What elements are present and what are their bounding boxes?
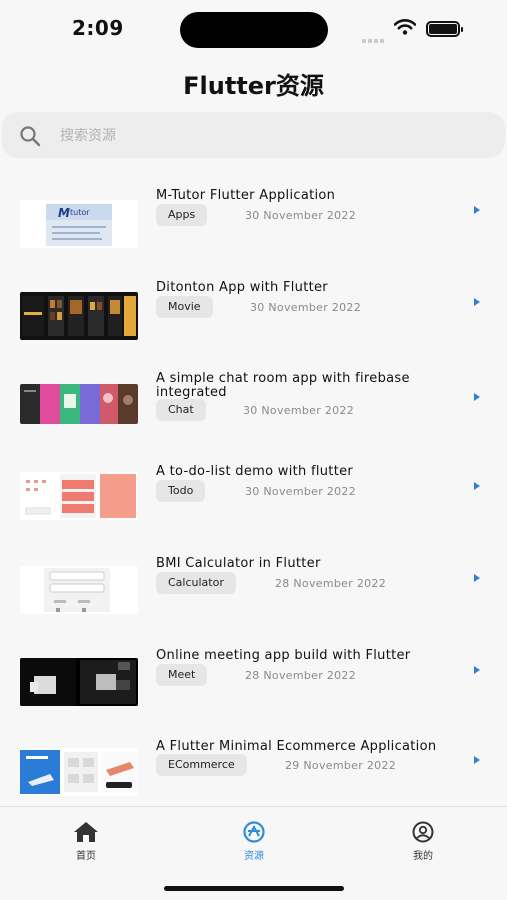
tab-profile-label: 我的 (413, 851, 433, 862)
list-item[interactable]: A to-do-list demo with flutter Todo 30 N… (0, 446, 507, 538)
list-item[interactable]: Online meeting app build with Flutter Me… (0, 630, 507, 722)
thumbnail-image (20, 472, 138, 520)
item-date: 28 November 2022 (245, 669, 357, 682)
item-date: 30 November 2022 (250, 301, 362, 314)
play-arrow-icon[interactable] (474, 756, 480, 764)
item-tag: Todo (156, 480, 206, 502)
item-title: BMI Calculator in Flutter (156, 556, 321, 571)
item-title: M-Tutor Flutter Application (156, 188, 336, 203)
item-date: 30 November 2022 (245, 485, 357, 498)
play-arrow-icon[interactable] (474, 393, 480, 401)
status-time: 2:09 (72, 16, 124, 40)
thumbnail-image (20, 748, 138, 796)
list-item[interactable]: Ditonton App with Flutter Movie 30 Novem… (0, 262, 507, 354)
item-title: Online meeting app build with Flutter (156, 648, 411, 663)
item-tag: ECommerce (156, 754, 247, 776)
item-date: 28 November 2022 (275, 577, 387, 590)
item-title: A to-do-list demo with flutter (156, 464, 354, 479)
home-indicator[interactable] (164, 886, 344, 891)
thumbnail-image (20, 292, 138, 340)
play-arrow-icon[interactable] (474, 482, 480, 490)
play-arrow-icon[interactable] (474, 206, 480, 214)
profile-icon (412, 821, 434, 843)
item-date: 30 November 2022 (245, 209, 357, 222)
item-tag: Calculator (156, 572, 236, 594)
status-bar: 2:09 (0, 0, 507, 60)
search-bar[interactable]: 搜索资源 (2, 112, 505, 158)
svg-text:M: M (58, 206, 70, 220)
item-title: A simple chat room app with firebase int… (156, 371, 410, 400)
tab-home-label: 首页 (76, 851, 96, 862)
play-arrow-icon[interactable] (474, 666, 480, 674)
thumbnail-image (20, 566, 138, 614)
thumbnail-image: M tutor (20, 200, 138, 248)
tab-profile[interactable]: 我的 (393, 821, 453, 862)
play-arrow-icon[interactable] (474, 298, 480, 306)
search-input[interactable]: 搜索资源 (60, 125, 116, 145)
wifi-icon (394, 19, 416, 35)
item-date: 30 November 2022 (243, 404, 355, 417)
home-icon (74, 822, 98, 842)
item-tag: Chat (156, 399, 206, 421)
item-title: A Flutter Minimal Ecommerce Application (156, 739, 437, 754)
dynamic-island (180, 12, 328, 48)
play-arrow-icon[interactable] (474, 574, 480, 582)
search-icon (20, 126, 41, 147)
tab-resources-label: 资源 (244, 851, 264, 862)
page-title: Flutter资源 (183, 72, 324, 100)
item-date: 29 November 2022 (285, 759, 397, 772)
cellular-signal-icon (362, 28, 386, 43)
thumbnail-image (20, 658, 138, 706)
tab-home[interactable]: 首页 (56, 821, 116, 862)
svg-text:tutor: tutor (70, 208, 90, 217)
list-item[interactable]: BMI Calculator in Flutter Calculator 28 … (0, 538, 507, 630)
list-item[interactable]: A simple chat room app with firebase int… (0, 354, 507, 446)
resource-icon (243, 821, 265, 843)
item-title: Ditonton App with Flutter (156, 280, 328, 295)
list-item[interactable]: A Flutter Minimal Ecommerce Application … (0, 722, 507, 814)
item-tag: Apps (156, 204, 208, 226)
thumbnail-image (20, 384, 138, 424)
battery-icon (426, 21, 463, 37)
list-item[interactable]: M tutor M-Tutor Flutter Application Apps… (0, 170, 507, 262)
tab-resources[interactable]: 资源 (224, 821, 284, 862)
item-tag: Meet (156, 664, 208, 686)
item-tag: Movie (156, 296, 213, 318)
